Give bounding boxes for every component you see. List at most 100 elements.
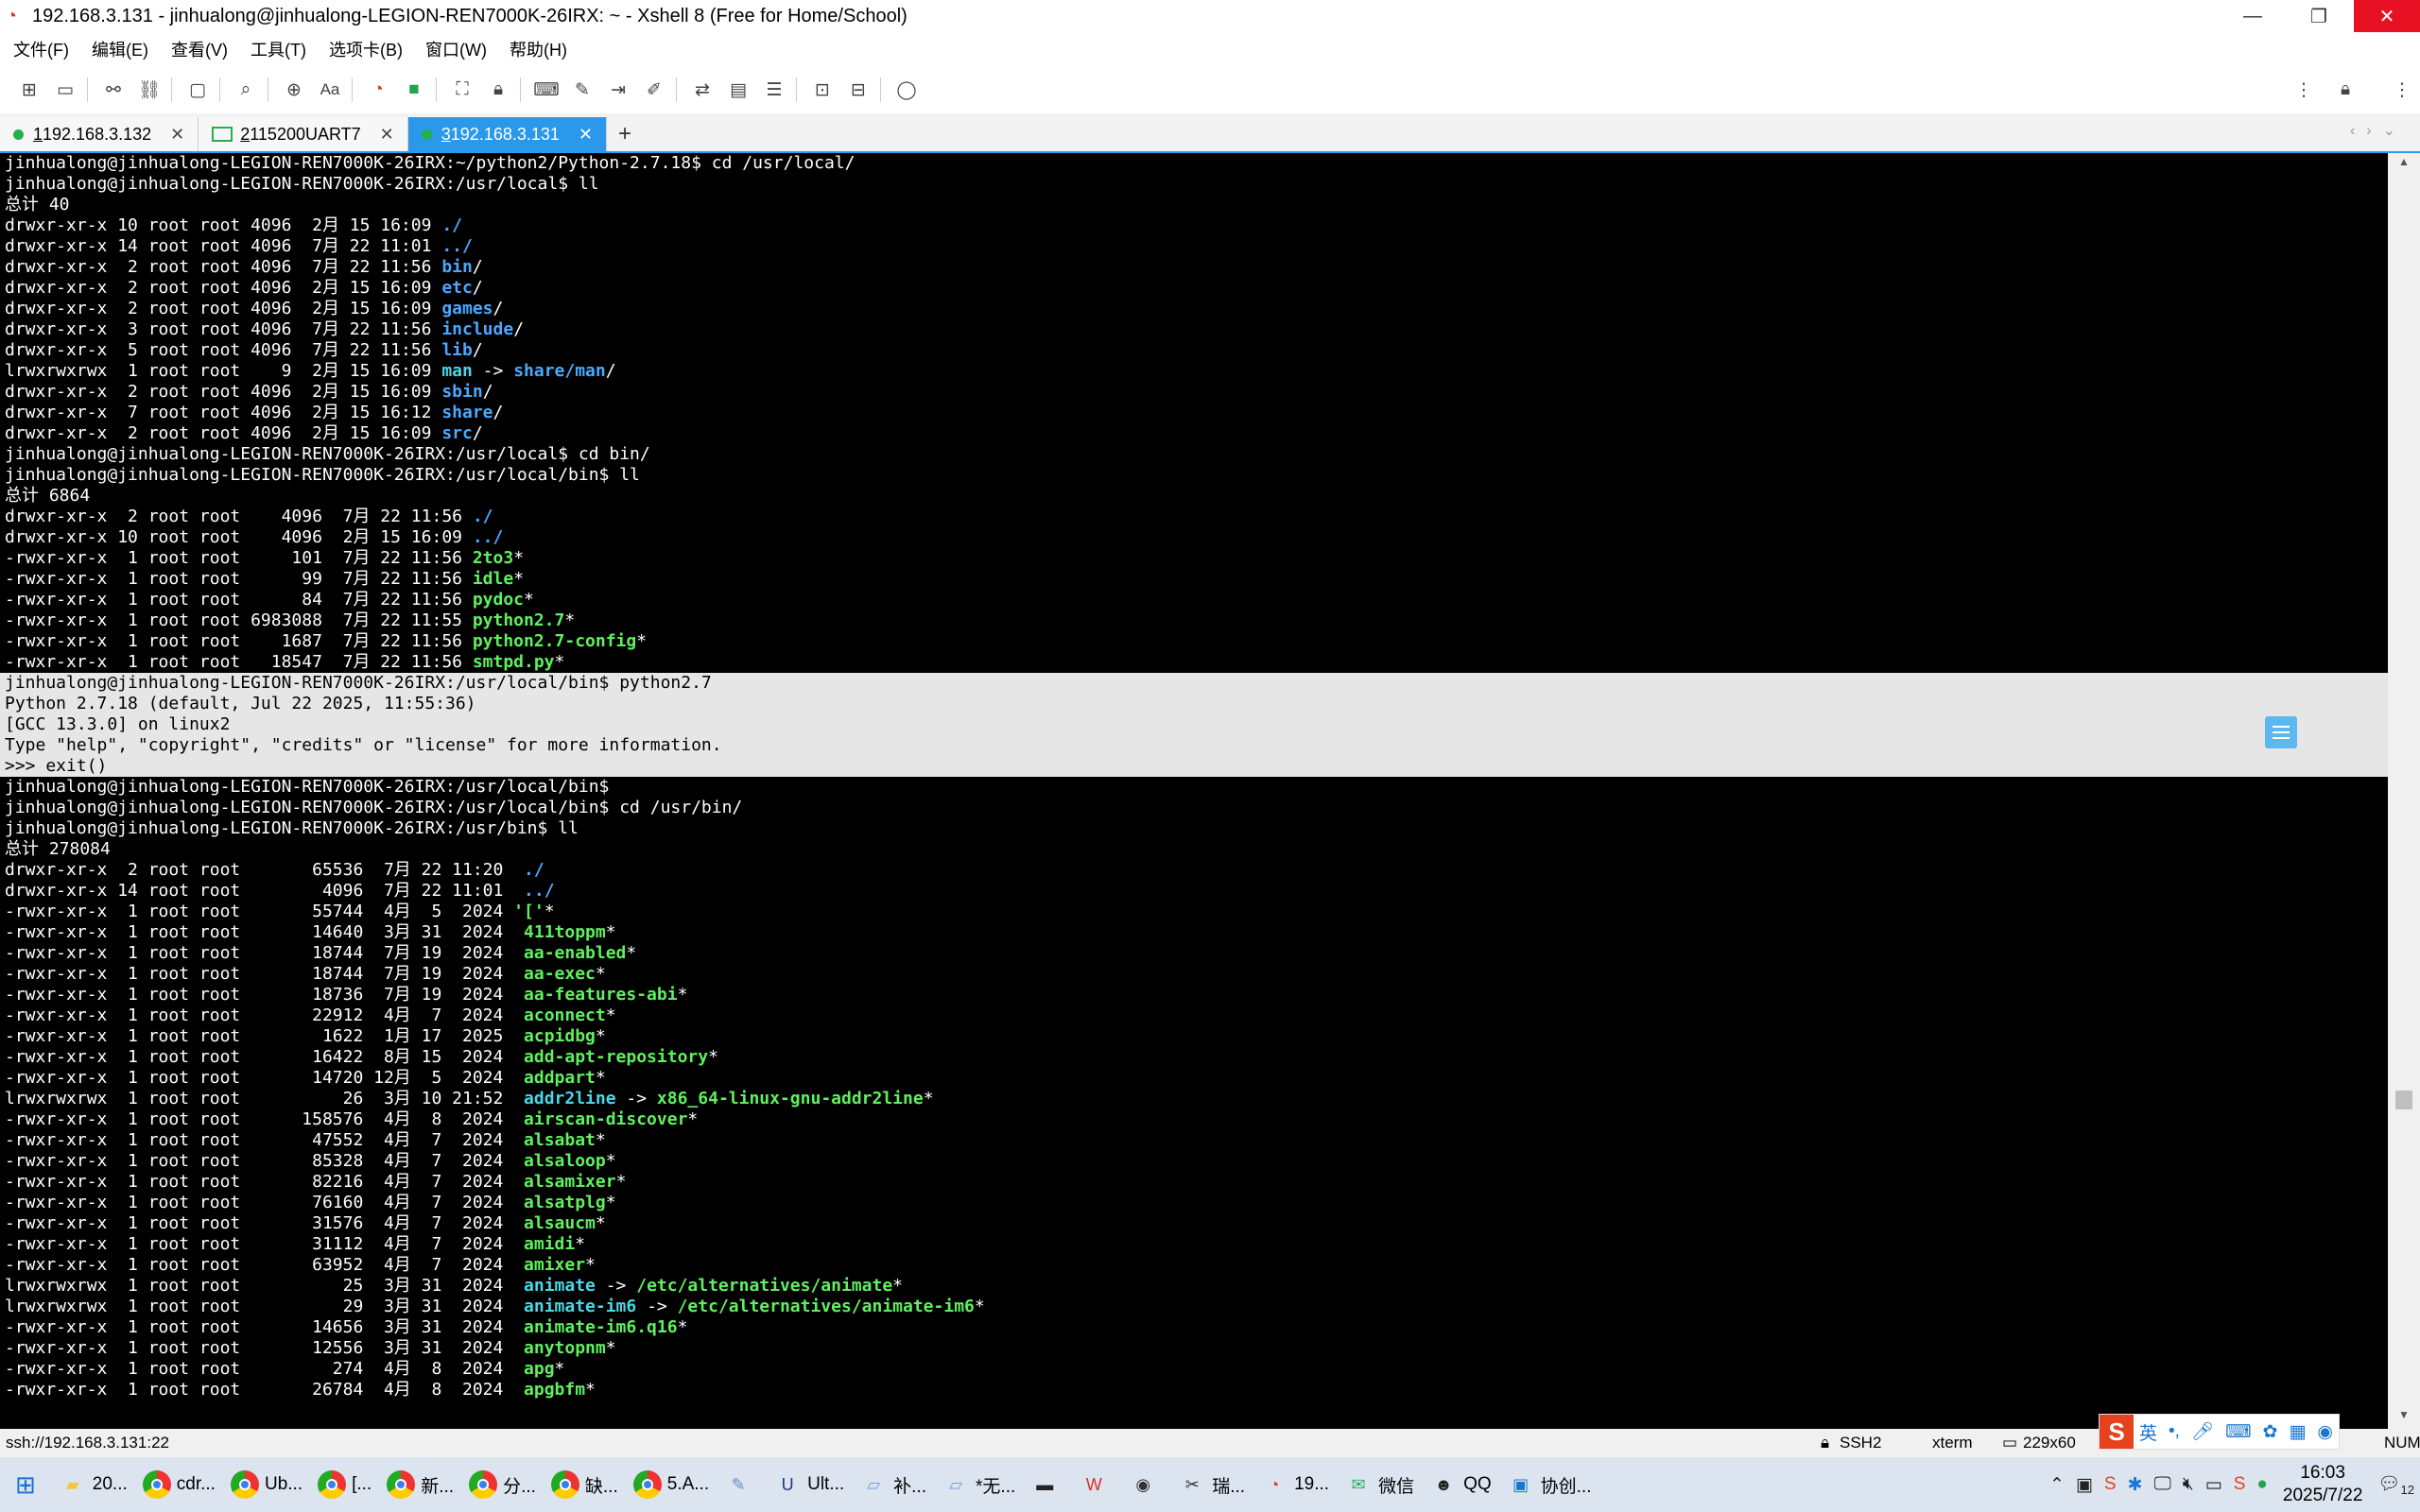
connect-icon[interactable]: ⚯ [97, 74, 130, 106]
close-tab-icon[interactable]: ✕ [170, 125, 184, 145]
close-button[interactable]: ✕ [2354, 0, 2420, 32]
scroll-up-icon[interactable]: ▲ [2388, 155, 2420, 174]
notification-icon[interactable]: 💬︎12 [2377, 1472, 2414, 1497]
chevron-up-icon[interactable]: ⌃ [2049, 1474, 2065, 1496]
taskbar-app[interactable]: 缺... [544, 1460, 626, 1509]
terminal-scrollbar[interactable]: ▲ ▼ [2388, 153, 2420, 1429]
search-icon[interactable]: ⌕ [230, 74, 262, 106]
close-tab-icon[interactable]: ✕ [579, 125, 593, 145]
bluetooth-icon[interactable]: ✱ [2128, 1474, 2143, 1496]
ime-toolbar[interactable]: S 英 •, 🎤︎ ⌨ ✿ ▦ ◉ [2099, 1414, 2340, 1450]
layout-icon[interactable]: ⊟ [842, 74, 874, 106]
scroll-down-icon[interactable]: ▼ [2388, 1408, 2420, 1427]
terminal-text: * [595, 1068, 606, 1088]
globe-icon[interactable]: ⊕ [278, 74, 310, 106]
taskbar-app[interactable]: W [1072, 1460, 1121, 1509]
taskbar-app[interactable]: ✂ 瑞... [1170, 1460, 1253, 1509]
terminal-text: 总计 278084 [5, 839, 111, 859]
new-session-icon[interactable]: ⊞ [13, 74, 45, 106]
menu-tab[interactable]: 选项卡(B) [320, 37, 412, 61]
menu-bar: 文件(F) 编辑(E) 查看(V) 工具(T) 选项卡(B) 窗口(W) 帮助(… [0, 32, 2420, 66]
floating-notes-icon[interactable] [2265, 716, 2297, 748]
chrome-icon [550, 1470, 579, 1499]
ime-tray-icon[interactable]: S [2234, 1474, 2246, 1495]
font-icon[interactable]: Aa [314, 74, 346, 106]
menu-window[interactable]: 窗口(W) [416, 37, 496, 61]
tab-navigation-arrows[interactable]: ‹›⌄ [2350, 121, 2407, 140]
microphone-icon[interactable]: 🎤︎ [2191, 1420, 2214, 1443]
menu-view[interactable]: 查看(V) [162, 37, 237, 61]
open-folder-icon[interactable]: ▭ [49, 74, 81, 106]
start-button[interactable]: ⊞ [0, 1460, 51, 1509]
close-tab-icon[interactable]: ✕ [380, 125, 394, 145]
ime-language[interactable]: 英 [2139, 1419, 2157, 1445]
notes-icon[interactable]: ☰ [758, 74, 790, 106]
terminal-line: -rwxr-xr-x 1 root root 63952 4月 7 2024 a… [0, 1255, 2388, 1276]
battery-icon[interactable]: ▭ [2205, 1474, 2222, 1496]
send-icon[interactable]: ⇥ [602, 74, 634, 106]
keyboard-icon[interactable]: ⌨ [530, 74, 562, 106]
security-icon[interactable]: ● [2256, 1474, 2267, 1495]
tab-session-3[interactable]: 3 192.168.3.131 ✕ [407, 117, 607, 151]
taskbar-app[interactable]: 5.A... [626, 1460, 717, 1509]
taskbar-app[interactable]: ▰ 20... [51, 1460, 135, 1509]
tool-icon: ✎ [731, 1474, 746, 1494]
sogou-tray-icon[interactable]: S [2104, 1474, 2117, 1495]
scrollbar-thumb[interactable] [2395, 1091, 2412, 1109]
tab-session-2[interactable]: 2 115200UART7 ✕ [199, 117, 408, 151]
taskbar-app[interactable]: ▱ 补... [852, 1460, 934, 1509]
taskbar-app[interactable]: ✎ [717, 1460, 766, 1509]
transfer-icon[interactable]: ⇄ [686, 74, 718, 106]
toolbar-divider [219, 77, 220, 102]
taskbar-app-label: Ub... [264, 1474, 303, 1494]
lock-screen-icon[interactable]: 🔒︎ [2329, 74, 2361, 106]
minimize-button[interactable]: — [2220, 0, 2286, 32]
terminal-text: [GCC 13.3.0] on linux2 [5, 714, 231, 734]
more-ime-icon[interactable]: ◉ [2317, 1421, 2333, 1443]
taskbar-app[interactable]: ✉ 微信 [1337, 1460, 1422, 1509]
network-icon[interactable]: 🖵︎ [2153, 1474, 2170, 1495]
taskbar-app[interactable]: 分... [461, 1460, 544, 1509]
menu-tools[interactable]: 工具(T) [241, 37, 316, 61]
menu-help[interactable]: 帮助(H) [500, 37, 577, 61]
compose-icon[interactable]: ✎ [566, 74, 598, 106]
tab-session-1[interactable]: 1 192.168.3.132 ✕ [0, 117, 199, 151]
more-options-icon[interactable]: ⋮ [2386, 74, 2418, 106]
more-icon[interactable]: ⋮ [2288, 74, 2320, 106]
skin-icon[interactable]: ✿ [2263, 1421, 2278, 1443]
script-icon[interactable]: ✐ [638, 74, 670, 106]
taskbar-app[interactable]: ▣ 协创... [1499, 1460, 1599, 1509]
maximize-button[interactable]: ❐ [2286, 0, 2352, 32]
taskbar-app[interactable]: cdr... [135, 1460, 223, 1509]
log-icon[interactable]: ▤ [722, 74, 754, 106]
taskbar-app[interactable]: U Ult... [766, 1460, 852, 1509]
xshell-icon[interactable]: ◔ [362, 74, 394, 106]
terminal-output[interactable]: jinhualong@jinhualong-LEGION-REN7000K-26… [0, 153, 2388, 1429]
grid-icon[interactable]: ▦ [2289, 1421, 2306, 1443]
taskbar-app[interactable]: ☻ QQ [1422, 1460, 1499, 1509]
xftp-icon[interactable]: ■ [398, 74, 430, 106]
tray-app-icon[interactable]: ▣ [2076, 1474, 2093, 1496]
new-tab-icon[interactable]: ⊡ [806, 74, 838, 106]
terminal-text: apgbfm [524, 1380, 586, 1400]
menu-file[interactable]: 文件(F) [4, 37, 78, 61]
taskbar-app[interactable]: ◉ [1121, 1460, 1170, 1509]
taskbar-app[interactable]: Ub... [223, 1460, 310, 1509]
menu-edit[interactable]: 编辑(E) [82, 37, 158, 61]
volume-mute-icon[interactable]: 🔇︎ [2183, 1474, 2194, 1495]
add-tab-button[interactable]: + [607, 117, 643, 151]
fullscreen-icon[interactable]: ⛶ [446, 74, 478, 106]
taskbar-app[interactable]: ◔ 19... [1253, 1460, 1337, 1509]
disconnect-icon[interactable]: ⛓ [133, 74, 165, 106]
chat-icon[interactable]: ◯ [890, 74, 923, 106]
taskbar-app[interactable]: 新... [379, 1460, 461, 1509]
lock-icon[interactable]: 🔒︎ [482, 74, 514, 106]
keyboard-icon[interactable]: ⌨ [2225, 1421, 2251, 1443]
punctuation-icon[interactable]: •, [2169, 1421, 2180, 1442]
clock[interactable]: 16:03 2025/7/22 [2283, 1462, 2363, 1507]
sogou-ime-icon[interactable]: S [2100, 1415, 2134, 1449]
taskbar-app[interactable]: ▬ [1023, 1460, 1072, 1509]
taskbar-app[interactable]: [... [310, 1460, 379, 1509]
properties-icon[interactable]: ▢ [182, 74, 214, 106]
taskbar-app[interactable]: ▱ *无... [934, 1460, 1023, 1509]
